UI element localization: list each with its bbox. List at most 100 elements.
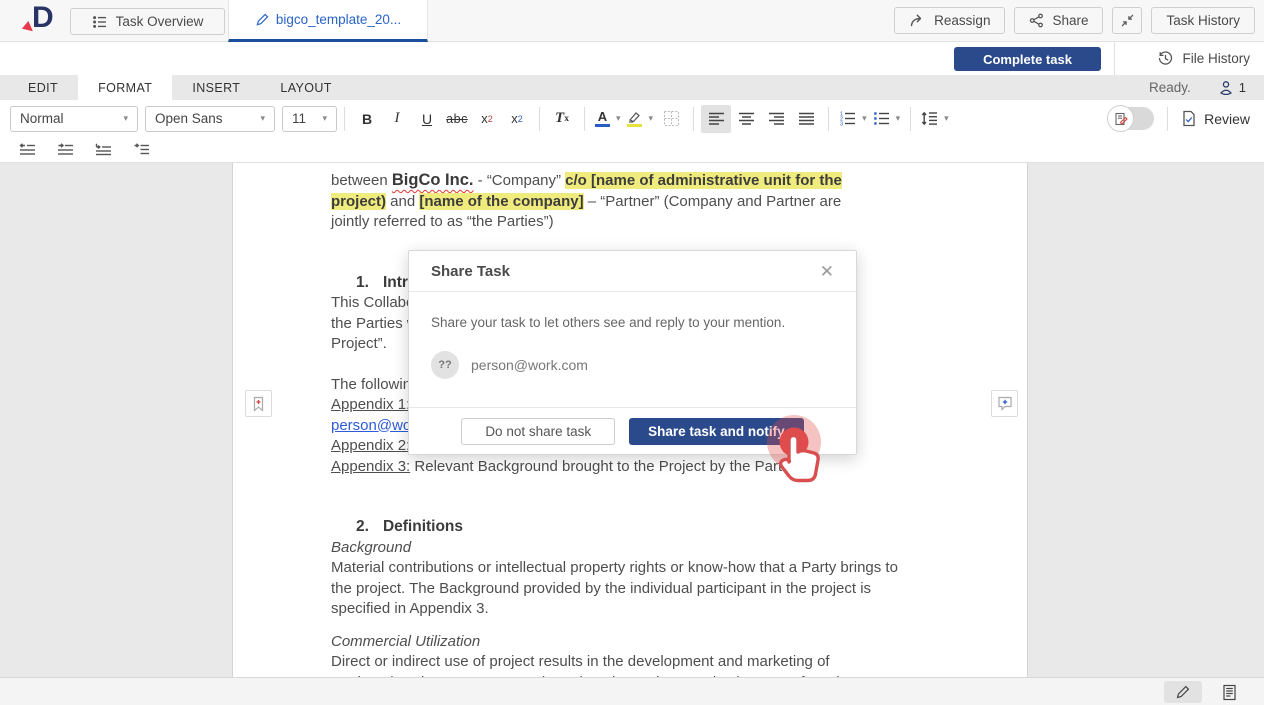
review-label: Review [1204,111,1250,127]
text-run: jointly referred to as “the Parties”) [331,213,554,230]
chevron-down-icon: ▾ [260,113,265,124]
share-and-notify-button[interactable]: Share task and notify [629,418,804,445]
toolbar-divider [344,107,345,131]
text-line: the project. The Background provided by … [331,579,931,600]
active-users-count: 1 [1239,80,1246,95]
document-tab[interactable]: bigco_template_20... [228,0,428,42]
brand-logo[interactable]: D [22,5,62,37]
appendix-1-link: Appendix 1: [331,396,410,413]
task-overview-button[interactable]: Task Overview [70,8,225,35]
first-line-indent-button[interactable] [126,139,156,161]
toolbar-divider [693,107,694,131]
review-doc-icon [1181,110,1197,127]
definition-term: Background [331,538,931,559]
highlight-color-button[interactable]: ▾ [624,105,657,133]
text-run: between [331,172,392,189]
pencil-icon [1175,684,1191,700]
align-left-icon [708,112,725,126]
font-color-glyph: A [598,110,607,123]
chevron-down-icon: ▾ [123,113,128,124]
font-family-select[interactable]: Open Sans ▾ [145,106,275,132]
edit-mode-button[interactable] [1164,681,1202,703]
italic-button[interactable]: I [382,105,412,133]
share-task-modal: Share Task ✕ Share your task to let othe… [408,250,857,455]
superscript-button[interactable]: x2 [472,105,502,133]
font-color-button[interactable]: A ▾ [592,105,624,133]
numbered-list-button[interactable]: 123 ▾ [836,105,870,133]
menu-edit[interactable]: EDIT [8,75,78,100]
menu-layout[interactable]: LAYOUT [260,75,352,100]
list-icon [92,14,108,30]
clear-formatting-button[interactable]: Tx [547,105,577,133]
toolbar-divider [539,107,540,131]
file-history-button[interactable]: File History [1157,46,1250,71]
paragraph-style-value: Normal [20,111,64,126]
paragraph-style-select[interactable]: Normal ▾ [10,106,138,132]
recipient-email: person@work.com [471,357,588,373]
bullet-list-button[interactable]: ▾ [870,105,904,133]
underline-button[interactable]: U [412,105,442,133]
align-right-button[interactable] [761,105,791,133]
menu-insert[interactable]: INSERT [172,75,260,100]
text-run: - “Company” [473,172,565,189]
task-history-button[interactable]: Task History [1151,7,1255,34]
borders-icon [663,110,680,127]
track-changes-toggle[interactable] [1108,107,1154,130]
chevron-down-icon: ▾ [862,113,867,124]
clear-formatting-sub: x [564,114,569,124]
review-button[interactable]: Review [1181,110,1250,127]
underline-glyph: U [422,111,432,127]
actionbar-divider [1114,42,1115,75]
hanging-indent-icon [94,143,112,156]
share-label: Share [1052,13,1088,28]
reassign-button[interactable]: Reassign [894,7,1005,34]
hanging-indent-button[interactable] [88,139,118,161]
align-center-button[interactable] [731,105,761,133]
text-run: and [386,193,419,210]
increase-indent-button[interactable] [50,139,80,161]
do-not-share-button[interactable]: Do not share task [461,418,615,445]
top-tab-bar: D Task Overview bigco_template_20... Rea… [0,0,1264,42]
numbered-list-icon: 123 [839,111,856,126]
format-toolbar: Normal▾ Open Sans▾ 11▾ B I U abc x2 x2 T… [0,100,1264,137]
reassign-label: Reassign [934,13,990,28]
modal-footer: Do not share task Share task and notify [409,407,856,454]
bullet-list-icon [873,111,890,126]
highlighter-icon [627,110,643,123]
bottom-bar [0,677,1264,705]
paragraph-commercial: Direct or indirect use of project result… [331,652,931,677]
toolbar-divider [584,107,585,131]
font-size-select[interactable]: 11▾ [282,106,337,132]
bold-glyph: B [362,111,372,127]
reassign-arrow-icon [909,13,926,28]
menu-format[interactable]: FORMAT [78,75,172,100]
borders-button[interactable] [656,105,686,133]
subscript-button[interactable]: x2 [502,105,532,133]
collapse-view-button[interactable] [1112,7,1142,34]
heading-title: Definitions [383,518,463,535]
font-family-value: Open Sans [155,111,223,126]
document-view-button[interactable] [1214,681,1244,703]
brand-logo-letter: D [32,1,53,35]
highlighted-placeholder: project) [331,193,386,210]
active-users[interactable]: 1 [1217,80,1246,95]
paragraph-parties: between BigCo Inc. - “Company” c/o [name… [331,170,931,233]
add-comment-button[interactable] [991,390,1018,417]
text-line: specified in Appendix 3. [331,599,931,620]
tabbar-actions: Reassign Share Task History [894,7,1255,34]
bold-button[interactable]: B [352,105,382,133]
share-button[interactable]: Share [1014,7,1103,34]
line-spacing-button[interactable]: ▾ [918,105,952,133]
document-icon [1222,684,1237,701]
align-justify-button[interactable] [791,105,821,133]
decrease-indent-button[interactable] [12,139,42,161]
task-overview-label: Task Overview [116,14,204,29]
align-left-button[interactable] [701,105,731,133]
align-right-icon [768,112,785,126]
superscript-exp: 2 [488,114,493,124]
toolbar-divider [910,107,911,131]
strikethrough-button[interactable]: abc [442,105,472,133]
close-icon[interactable]: ✕ [820,263,834,280]
add-bookmark-button[interactable] [245,390,272,417]
complete-task-button[interactable]: Complete task [954,47,1101,71]
